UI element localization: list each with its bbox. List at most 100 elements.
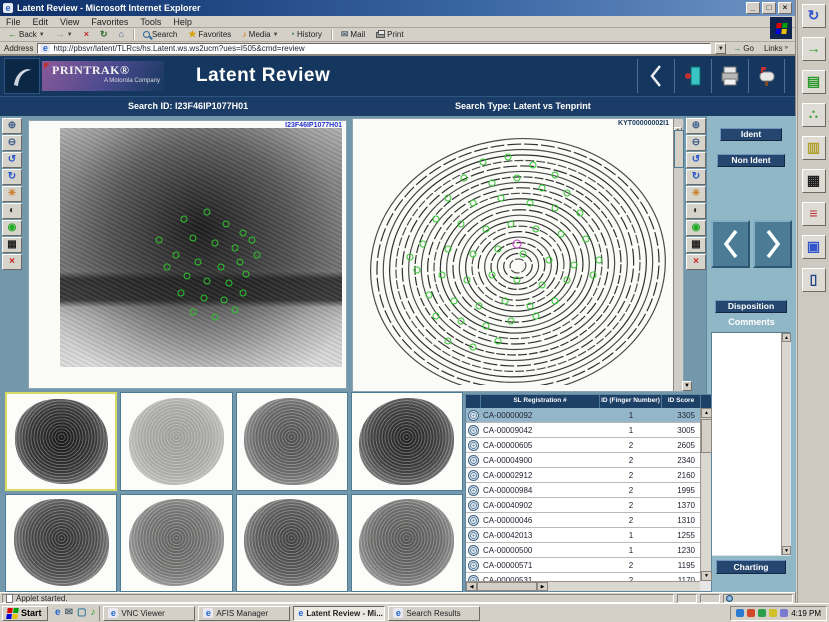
previous-candidate-button[interactable] bbox=[711, 220, 750, 268]
zoom-in-tool-button[interactable]: ⊕ bbox=[686, 118, 706, 134]
task-button[interactable]: eVNC Viewer bbox=[103, 606, 195, 621]
address-dropdown-icon[interactable]: ▼ bbox=[715, 43, 726, 54]
latent-image-pane[interactable]: I23F46IP1077H01 bbox=[28, 120, 347, 389]
start-button[interactable]: Start bbox=[2, 606, 48, 621]
candidate-row[interactable]: CA-0000904213005 bbox=[466, 423, 700, 438]
go-button[interactable]: →Go bbox=[730, 43, 757, 54]
next-candidate-button[interactable] bbox=[753, 220, 792, 268]
column-finger[interactable]: ID (Finger Number) bbox=[600, 395, 662, 408]
comments-textarea[interactable]: ▲▼ bbox=[711, 332, 791, 556]
non-ident-button[interactable]: Non Ident bbox=[717, 154, 785, 167]
search-button[interactable]: Search bbox=[139, 29, 181, 41]
mailbox-icon[interactable] bbox=[748, 59, 785, 93]
tenprint-scrollbar[interactable]: ▲ ▼ bbox=[673, 119, 683, 391]
menu-tools[interactable]: Tools bbox=[140, 17, 161, 27]
candidate-row[interactable]: CA-0000009213305 bbox=[466, 408, 700, 423]
candidate-row[interactable]: CA-0000053121170 bbox=[466, 573, 700, 581]
candidate-row[interactable]: CA-0000050011230 bbox=[466, 543, 700, 558]
tray-icon[interactable] bbox=[747, 609, 755, 617]
finger-thumbnail[interactable] bbox=[351, 494, 463, 593]
candidate-scrollbar-vertical[interactable]: ▲▼ bbox=[700, 408, 711, 581]
minutiae-tool-button[interactable]: ◉ bbox=[686, 220, 706, 236]
task-button[interactable]: eSearch Results bbox=[388, 606, 480, 621]
exit-door-icon[interactable] bbox=[674, 59, 711, 93]
candidate-row[interactable]: CA-0000057121195 bbox=[466, 558, 700, 573]
brightness-tool-button[interactable]: ☀ bbox=[686, 186, 706, 202]
binarize-tool-button[interactable]: ▦ bbox=[2, 237, 22, 253]
column-registration[interactable]: SL Registration # bbox=[481, 395, 600, 408]
close-button[interactable]: × bbox=[778, 2, 792, 14]
comments-scrollbar[interactable]: ▲▼ bbox=[781, 333, 790, 555]
rotate-ccw-tool-button[interactable]: ↺ bbox=[686, 152, 706, 168]
menu-view[interactable]: View bbox=[60, 17, 79, 27]
zoom-out-tool-button[interactable]: ⊖ bbox=[686, 135, 706, 151]
mail-icon[interactable]: ✉ bbox=[65, 607, 73, 619]
stop-button[interactable]: × bbox=[80, 29, 93, 41]
latent-fingerprint-image[interactable] bbox=[60, 128, 342, 367]
task-button[interactable]: eAFIS Manager bbox=[198, 606, 290, 621]
maximize-button[interactable]: □ bbox=[762, 2, 776, 14]
finger-thumbnail[interactable] bbox=[120, 392, 232, 491]
tray-icon[interactable] bbox=[769, 609, 777, 617]
favorites-button[interactable]: ★Favorites bbox=[184, 29, 235, 41]
home-button[interactable]: ⌂ bbox=[115, 29, 128, 41]
tray-icon[interactable] bbox=[736, 609, 744, 617]
candidate-row[interactable]: CA-0004090221370 bbox=[466, 498, 700, 513]
list-red-icon[interactable]: ≡ bbox=[802, 202, 826, 226]
task-button[interactable]: eLatent Review - Mi... bbox=[293, 606, 385, 621]
zoom-in-tool-button[interactable]: ⊕ bbox=[2, 118, 22, 134]
back-button[interactable]: ←Back▼ bbox=[4, 29, 49, 41]
delete-tool-button[interactable]: × bbox=[2, 254, 22, 270]
invert-tool-button[interactable]: ◐ bbox=[686, 203, 706, 219]
mail-button[interactable]: ✉Mail bbox=[337, 29, 369, 41]
menu-edit[interactable]: Edit bbox=[33, 17, 49, 27]
minutiae-tool-button[interactable]: ◉ bbox=[2, 220, 22, 236]
folder-icon[interactable]: ▥ bbox=[802, 136, 826, 160]
finger-thumbnail[interactable] bbox=[120, 494, 232, 593]
finger-thumbnail[interactable] bbox=[5, 392, 117, 491]
tenprint-fingerprint-image[interactable] bbox=[357, 129, 671, 385]
ident-button[interactable]: Ident bbox=[720, 128, 782, 141]
door-icon[interactable]: ▯ bbox=[802, 268, 826, 292]
forward-button[interactable]: →▼ bbox=[52, 29, 77, 41]
print-button[interactable]: Print bbox=[372, 29, 407, 41]
molecule-icon[interactable]: ∴ bbox=[802, 103, 826, 127]
charting-button[interactable]: Charting bbox=[716, 560, 786, 574]
zoom-out-tool-button[interactable]: ⊖ bbox=[2, 135, 22, 151]
rotate-cw-tool-button[interactable]: ↻ bbox=[2, 169, 22, 185]
menu-favorites[interactable]: Favorites bbox=[91, 17, 128, 27]
candidate-row[interactable]: CA-0000291222160 bbox=[466, 468, 700, 483]
minimize-button[interactable]: _ bbox=[746, 2, 760, 14]
finger-thumbnail[interactable] bbox=[351, 392, 463, 491]
invert-tool-button[interactable]: ◐ bbox=[2, 203, 22, 219]
column-score[interactable]: ID Score bbox=[662, 395, 701, 408]
tray-icon[interactable] bbox=[780, 609, 788, 617]
desktop-icon[interactable]: ▢ bbox=[77, 607, 86, 619]
delete-tool-button[interactable]: × bbox=[686, 254, 706, 270]
report-icon[interactable]: ▤ bbox=[802, 70, 826, 94]
tenprint-image-pane[interactable]: KYT00000002I1 ▲ ▼ bbox=[352, 118, 684, 392]
barcode-icon[interactable]: ▦ bbox=[802, 169, 826, 193]
candidate-scrollbar-horizontal[interactable]: ◀▶ bbox=[466, 581, 700, 591]
tray-icon[interactable] bbox=[758, 609, 766, 617]
candidate-row[interactable]: CA-0000098421995 bbox=[466, 483, 700, 498]
forward-icon[interactable]: → bbox=[802, 37, 826, 61]
refresh-button[interactable]: ↻ bbox=[96, 29, 112, 41]
links-button[interactable]: Links» bbox=[761, 43, 791, 54]
menu-help[interactable]: Help bbox=[173, 17, 192, 27]
back-chevron-icon[interactable] bbox=[637, 59, 674, 93]
window-icon[interactable]: ▣ bbox=[802, 235, 826, 259]
binarize-tool-button[interactable]: ▦ bbox=[686, 237, 706, 253]
print-icon[interactable] bbox=[711, 59, 748, 93]
sync-icon[interactable]: ↻ bbox=[802, 4, 826, 28]
rotate-cw-tool-button[interactable]: ↻ bbox=[686, 169, 706, 185]
media-icon[interactable]: ♪ bbox=[90, 607, 95, 619]
ie-icon[interactable]: e bbox=[55, 607, 61, 619]
rotate-ccw-tool-button[interactable]: ↺ bbox=[2, 152, 22, 168]
history-button[interactable]: ◔History bbox=[286, 29, 326, 41]
brightness-tool-button[interactable]: ☀ bbox=[2, 186, 22, 202]
disposition-button[interactable]: Disposition bbox=[715, 300, 787, 313]
candidate-row[interactable]: CA-0000060522605 bbox=[466, 438, 700, 453]
candidate-row[interactable]: CA-0004201311255 bbox=[466, 528, 700, 543]
finger-thumbnail[interactable] bbox=[5, 494, 117, 593]
